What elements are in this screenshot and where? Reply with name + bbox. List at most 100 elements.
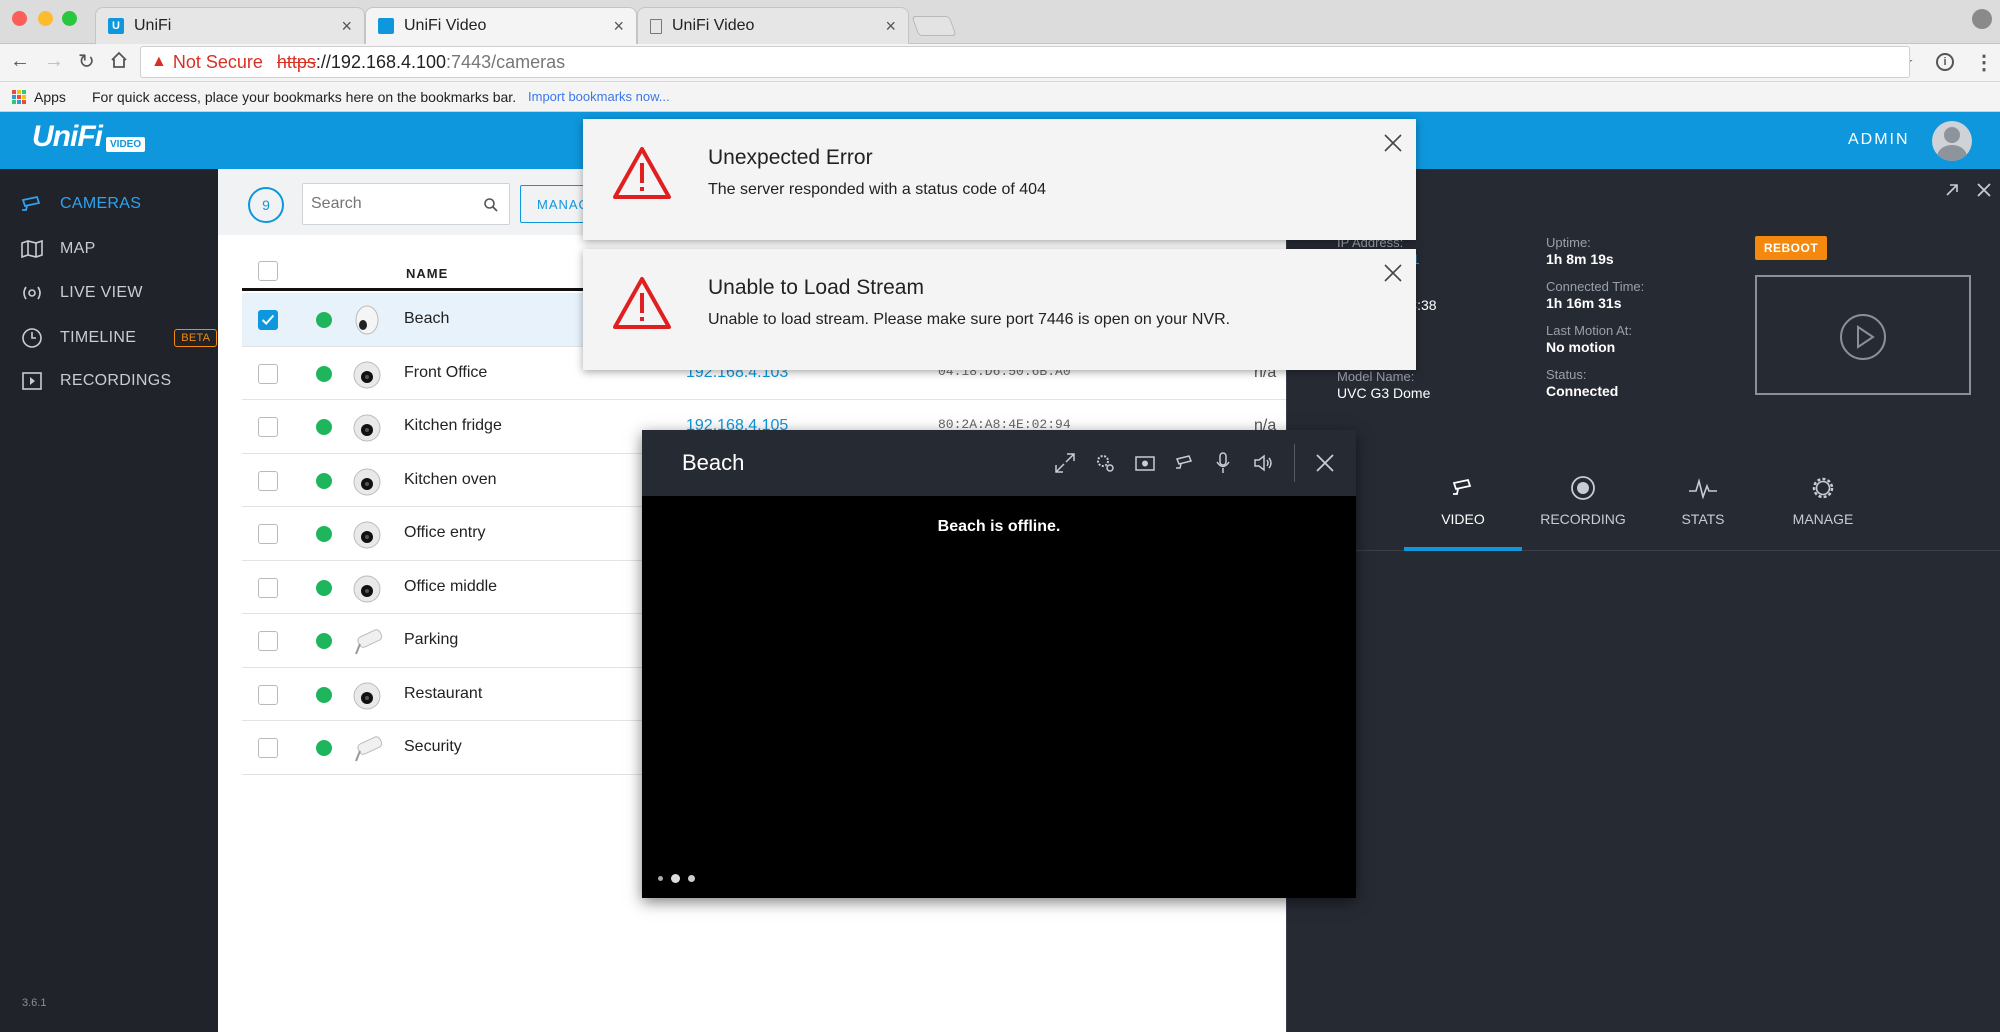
minimize-window-button[interactable] <box>38 11 53 26</box>
carousel-dot-active[interactable] <box>671 874 680 883</box>
camera-name[interactable]: Beach <box>404 310 449 328</box>
tab-label: STATS <box>1681 511 1725 527</box>
camera-thumbnail-icon <box>350 464 384 498</box>
camera-name[interactable]: Front Office <box>404 364 487 382</box>
sidebar-item-map[interactable]: MAP <box>20 239 96 259</box>
import-bookmarks-link[interactable]: Import bookmarks now... <box>528 89 670 104</box>
play-icon[interactable] <box>1839 313 1887 361</box>
browser-tab-unifi-video-active[interactable]: UniFi Video × <box>365 7 637 44</box>
browser-menu-icon[interactable]: ⋮ <box>1974 50 1994 75</box>
apps-label: Apps <box>34 89 66 105</box>
camera-thumbnail-icon <box>350 678 384 712</box>
tab-video[interactable]: VIDEO <box>1404 469 1522 551</box>
error-alert-stream: Unable to Load Stream Unable to load str… <box>583 249 1416 370</box>
live-view-icon <box>23 286 41 300</box>
search-input[interactable] <box>311 192 471 216</box>
column-header-name[interactable]: NAME <box>406 266 448 281</box>
error-warning-icon <box>613 147 671 199</box>
sidebar-item-timeline[interactable]: TIMELINE BETA <box>20 327 218 349</box>
close-tab-icon[interactable]: × <box>885 16 896 37</box>
camera-name[interactable]: Restaurant <box>404 685 482 703</box>
tab-recording[interactable]: RECORDING <box>1524 469 1642 551</box>
microphone-icon[interactable] <box>1214 451 1232 475</box>
settings-icon[interactable] <box>1094 452 1116 474</box>
warning-triangle-icon: ▲ <box>151 53 167 70</box>
avatar[interactable] <box>1932 121 1972 161</box>
close-tab-icon[interactable]: × <box>613 16 624 37</box>
online-status-indicator <box>316 633 332 649</box>
close-panel-icon[interactable] <box>1975 181 1993 199</box>
row-checkbox[interactable] <box>258 684 278 705</box>
close-window-button[interactable] <box>12 11 27 26</box>
close-tab-icon[interactable]: × <box>341 16 352 37</box>
row-checkbox[interactable] <box>258 417 278 437</box>
camera-thumbnail-icon <box>350 571 384 605</box>
popout-icon[interactable] <box>1943 181 1961 199</box>
online-status-indicator <box>316 472 332 489</box>
user-name[interactable]: ADMIN <box>1848 131 1910 149</box>
camera-name[interactable]: Kitchen fridge <box>404 417 502 435</box>
browser-tab-unifi[interactable]: U UniFi × <box>95 7 365 44</box>
sidebar-item-cameras[interactable]: CAMERAS <box>20 195 141 213</box>
search-field[interactable] <box>302 183 510 225</box>
profile-icon[interactable] <box>1972 9 1992 29</box>
back-icon[interactable]: ← <box>10 50 30 73</box>
browser-tab-unifi-video[interactable]: UniFi Video × <box>637 7 909 44</box>
map-icon <box>21 239 43 259</box>
reload-icon[interactable]: ↻ <box>78 49 95 74</box>
camera-icon[interactable] <box>1174 453 1196 473</box>
forward-icon[interactable]: → <box>44 50 64 73</box>
row-checkbox[interactable] <box>258 524 278 544</box>
sidebar-item-label: CAMERAS <box>60 195 142 212</box>
close-icon[interactable] <box>1383 263 1403 283</box>
close-icon[interactable] <box>1383 133 1403 153</box>
apps-shortcut[interactable]: Apps <box>12 89 66 105</box>
camera-preview[interactable] <box>1755 275 1971 395</box>
home-icon[interactable] <box>110 51 128 69</box>
apps-grid-icon <box>12 90 26 104</box>
connected-time-label: Connected Time: <box>1546 279 1645 294</box>
sidebar-item-recordings[interactable]: RECORDINGS <box>20 371 171 391</box>
close-icon[interactable] <box>1314 452 1336 474</box>
row-checkbox[interactable] <box>258 470 278 491</box>
video-player-popup: Beach Beach is offline. <box>642 430 1356 898</box>
camera-name[interactable]: Security <box>404 738 462 756</box>
row-checkbox[interactable] <box>258 738 278 758</box>
fullscreen-icon[interactable] <box>1054 452 1076 474</box>
url-host: ://192.168.4.100 <box>315 51 447 72</box>
snapshot-icon[interactable] <box>1134 453 1156 473</box>
carousel-dot[interactable] <box>658 876 663 881</box>
camera-name[interactable]: Office middle <box>404 578 497 596</box>
status-value: Connected <box>1546 383 1619 399</box>
online-status-indicator <box>316 312 332 328</box>
row-checkbox[interactable] <box>258 577 278 598</box>
row-checkbox[interactable] <box>258 310 278 330</box>
extension-info-icon[interactable]: i <box>1936 53 1954 71</box>
camera-name[interactable]: Office entry <box>404 524 486 542</box>
video-player-header: Beach <box>642 430 1356 496</box>
connected-time-value: 1h 16m 31s <box>1546 295 1622 311</box>
camera-name[interactable]: Parking <box>404 631 458 649</box>
reboot-button[interactable]: REBOOT <box>1755 236 1827 260</box>
speaker-icon[interactable] <box>1252 452 1274 474</box>
row-checkbox[interactable] <box>258 631 278 651</box>
sidebar-item-label: LIVE VIEW <box>60 284 143 301</box>
address-bar[interactable]: ▲ Not Secure https ://192.168.4.100 :744… <box>140 46 1910 78</box>
sidebar-item-live-view[interactable]: LIVE VIEW <box>20 283 143 303</box>
row-checkbox[interactable] <box>258 363 278 384</box>
last-motion-value: No motion <box>1546 339 1616 355</box>
new-tab-button[interactable] <box>911 16 957 36</box>
select-all-checkbox[interactable] <box>258 261 278 281</box>
online-status-indicator <box>316 579 332 596</box>
tab-manage[interactable]: MANAGE <box>1764 469 1882 551</box>
tab-stats[interactable]: STATS <box>1644 469 1762 551</box>
alert-message: Unable to load stream. Please make sure … <box>708 311 1231 328</box>
carousel-dot[interactable] <box>688 875 695 882</box>
camera-name[interactable]: Kitchen oven <box>404 471 497 489</box>
security-status[interactable]: Not Secure <box>173 52 263 73</box>
camera-thumbnail-icon <box>350 410 384 444</box>
camera-thumbnail-icon <box>350 731 384 765</box>
unifi-video-logo[interactable]: UniFi VIDEO <box>32 120 146 154</box>
maximize-window-button[interactable] <box>62 11 77 26</box>
search-icon <box>484 198 498 212</box>
